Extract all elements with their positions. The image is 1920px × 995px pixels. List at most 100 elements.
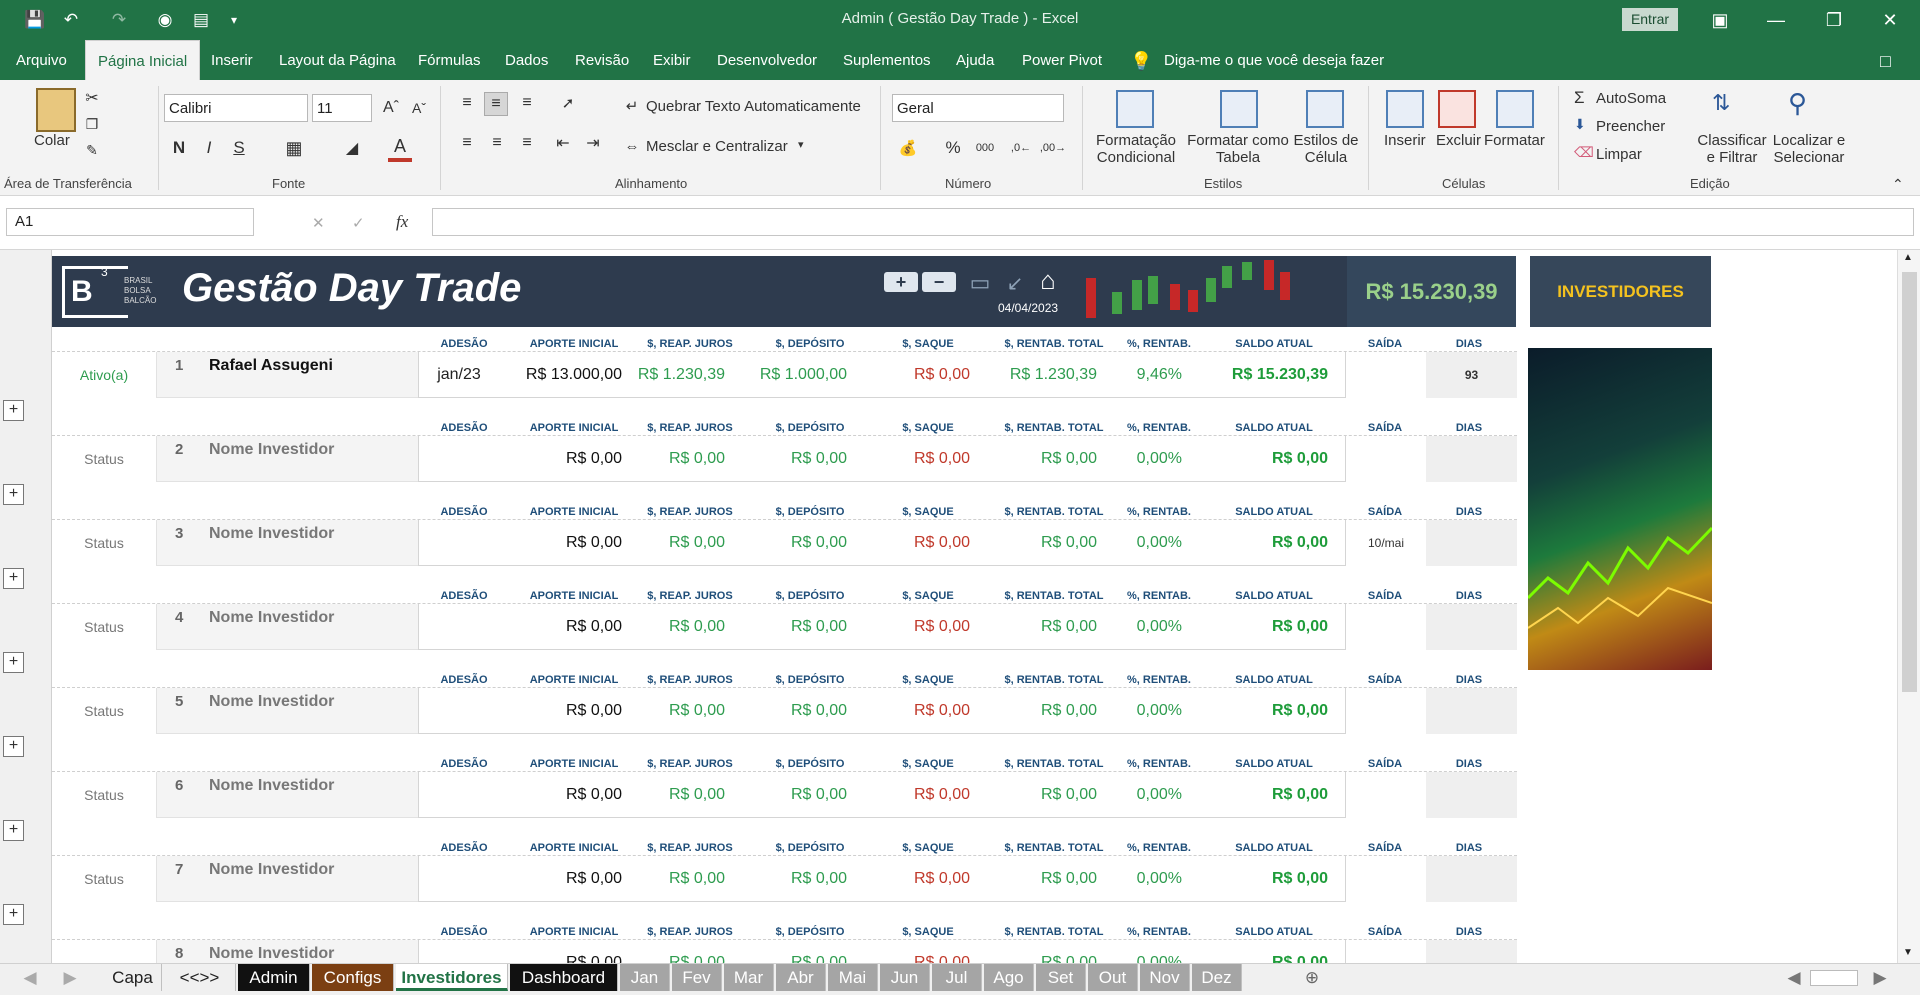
expand-group-button[interactable]: +: [3, 820, 24, 841]
enter-icon[interactable]: ✓: [352, 214, 365, 232]
expand-group-button[interactable]: +: [3, 568, 24, 589]
investor-name[interactable]: Nome Investidor: [209, 670, 334, 734]
tell-me-search[interactable]: Diga-me o que você deseja fazer: [1164, 40, 1384, 80]
formula-input[interactable]: [432, 208, 1914, 236]
align-bottom-icon[interactable]: ≡: [516, 92, 538, 114]
value-saldo[interactable]: R$ 15.230,39: [1180, 352, 1328, 398]
value-saque[interactable]: R$ 0,00: [830, 772, 970, 818]
value-deposito[interactable]: R$ 0,00: [700, 940, 847, 963]
sheet-tab-set[interactable]: Set: [1036, 964, 1086, 991]
font-name-dropdown[interactable]: Calibri: [164, 94, 308, 122]
decrease-indent-icon[interactable]: ⇤: [552, 132, 574, 154]
tab-suplementos[interactable]: Suplementos: [843, 40, 931, 80]
value-rentab_total[interactable]: R$ 0,00: [950, 856, 1097, 902]
tab-pagina-inicial[interactable]: Página Inicial: [85, 40, 201, 80]
ribbon-display-icon[interactable]: ▣: [1700, 6, 1740, 34]
value-deposito[interactable]: R$ 0,00: [700, 856, 847, 902]
sort-filter-icon[interactable]: ⇅: [1712, 90, 1730, 116]
cell-styles-icon[interactable]: [1306, 90, 1344, 128]
investor-status[interactable]: Ativo(a): [52, 356, 157, 394]
value-rentab_total[interactable]: R$ 0,00: [950, 436, 1097, 482]
insert-function-icon[interactable]: fx: [396, 212, 408, 232]
sheet-tab-abr[interactable]: Abr: [776, 964, 826, 991]
increase-indent-icon[interactable]: ⇥: [582, 132, 604, 154]
scroll-down-icon[interactable]: ▼: [1903, 947, 1913, 958]
sheet-tab-dashboard[interactable]: Dashboard: [510, 964, 618, 991]
value-saque[interactable]: R$ 0,00: [830, 688, 970, 734]
value-dias[interactable]: [1426, 520, 1517, 566]
tab-arquivo[interactable]: Arquivo: [16, 40, 67, 80]
tab-desenvolvedor[interactable]: Desenvolvedor: [717, 40, 817, 80]
investor-name[interactable]: Nome Investidor: [209, 586, 334, 650]
format-as-table-button[interactable]: Formatar como Tabela: [1186, 132, 1290, 166]
italic-icon[interactable]: I: [198, 134, 220, 162]
insert-cells-button[interactable]: Inserir: [1384, 132, 1426, 149]
align-center-icon[interactable]: ≡: [486, 132, 508, 154]
investor-name[interactable]: Nome Investidor: [209, 922, 334, 963]
value-rentab_total[interactable]: R$ 0,00: [950, 520, 1097, 566]
expand-group-button[interactable]: +: [3, 400, 24, 421]
add-sheet-icon[interactable]: ⊕: [1300, 964, 1324, 991]
borders-icon[interactable]: ▦: [282, 134, 306, 162]
sheet-tab-dez[interactable]: Dez: [1192, 964, 1242, 991]
sheet-tab-configs[interactable]: Configs: [312, 964, 394, 991]
number-format-dropdown[interactable]: Geral: [892, 94, 1064, 122]
decrease-font-icon[interactable]: Aˇ: [408, 94, 430, 122]
cut-icon[interactable]: ✂: [82, 88, 102, 108]
hscroll-left-icon[interactable]: ◀: [1784, 964, 1804, 991]
value-saldo[interactable]: R$ 0,00: [1180, 520, 1328, 566]
value-rentab_pct[interactable]: 0,00%: [1076, 940, 1182, 963]
expand-group-button[interactable]: +: [3, 736, 24, 757]
expand-group-button[interactable]: +: [3, 652, 24, 673]
value-dias[interactable]: [1426, 940, 1517, 963]
autosum-button[interactable]: AutoSoma: [1596, 90, 1666, 107]
comments-icon[interactable]: □: [1880, 40, 1891, 80]
investor-status[interactable]: Status: [52, 860, 157, 898]
value-deposito[interactable]: R$ 0,00: [700, 688, 847, 734]
value-dias[interactable]: [1426, 772, 1517, 818]
increase-decimal-icon[interactable]: ,0←: [1008, 134, 1034, 162]
investor-status[interactable]: Status: [52, 524, 157, 562]
copy-icon[interactable]: ❐: [82, 114, 102, 134]
value-saida[interactable]: 10/mai: [1346, 520, 1426, 566]
tab-layout-da-pagina[interactable]: Layout da Página: [279, 40, 396, 80]
sheet-tab-jun[interactable]: Jun: [880, 964, 930, 991]
sheet-tab-nov[interactable]: Nov: [1140, 964, 1190, 991]
value-saque[interactable]: R$ 0,00: [830, 604, 970, 650]
currency-icon[interactable]: 💰: [894, 134, 922, 162]
value-rentab_total[interactable]: R$ 0,00: [950, 940, 1097, 963]
value-saque[interactable]: R$ 0,00: [830, 856, 970, 902]
value-rentab_total[interactable]: R$ 1.230,39: [950, 352, 1097, 398]
thousands-separator-icon[interactable]: 000: [972, 134, 998, 162]
value-rentab_pct[interactable]: 9,46%: [1076, 352, 1182, 398]
value-saldo[interactable]: R$ 0,00: [1180, 940, 1328, 963]
conditional-formatting-button[interactable]: Formatação Condicional: [1094, 132, 1178, 166]
wrap-text-button[interactable]: Quebrar Texto Automaticamente: [646, 98, 861, 115]
tab-dados[interactable]: Dados: [505, 40, 548, 80]
investor-name[interactable]: Nome Investidor: [209, 838, 334, 902]
close-button[interactable]: ✕: [1870, 6, 1910, 34]
fill-color-icon[interactable]: ◢: [340, 134, 364, 162]
tab-power-pivot[interactable]: Power Pivot: [1022, 40, 1102, 80]
font-size-dropdown[interactable]: 11: [312, 94, 372, 122]
sheet-tab-jan[interactable]: Jan: [620, 964, 670, 991]
prev-sheet-icon[interactable]: ◀: [20, 964, 40, 991]
delete-cells-icon[interactable]: [1438, 90, 1476, 128]
value-deposito[interactable]: R$ 0,00: [700, 772, 847, 818]
tab-ajuda[interactable]: Ajuda: [956, 40, 994, 80]
zoom-in-button[interactable]: +: [884, 272, 918, 292]
investor-name[interactable]: Nome Investidor: [209, 502, 334, 566]
tab-inserir[interactable]: Inserir: [211, 40, 253, 80]
merge-center-button[interactable]: Mesclar e Centralizar: [646, 138, 788, 155]
hscroll-right-icon[interactable]: ▶: [1870, 964, 1890, 991]
sheet-tab-ago[interactable]: Ago: [984, 964, 1034, 991]
sheet-tab-out[interactable]: Out: [1088, 964, 1138, 991]
value-rentab_pct[interactable]: 0,00%: [1076, 604, 1182, 650]
format-as-table-icon[interactable]: [1220, 90, 1258, 128]
investor-status[interactable]: Status: [52, 692, 157, 730]
value-deposito[interactable]: R$ 1.000,00: [700, 352, 847, 398]
paste-icon[interactable]: [36, 88, 76, 132]
format-cells-icon[interactable]: [1496, 90, 1534, 128]
investor-name[interactable]: Nome Investidor: [209, 754, 334, 818]
increase-font-icon[interactable]: Aˆ: [380, 94, 402, 122]
